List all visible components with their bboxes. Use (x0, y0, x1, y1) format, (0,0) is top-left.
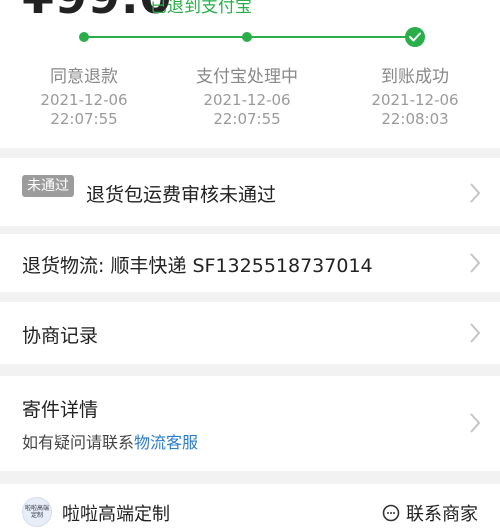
freight-review-row[interactable]: 未通过 退货包运费审核未通过 (0, 158, 500, 226)
contact-seller-label: 联系商家 (406, 504, 478, 525)
shipping-details-label: 寄件详情 (22, 399, 99, 421)
step-2-time: 22:07:55 (213, 110, 281, 128)
progress-line-1 (84, 36, 247, 38)
refund-status-text: 已退到支付宝 (150, 0, 252, 17)
chevron-right-icon (470, 413, 481, 433)
contact-seller-button[interactable]: 联系商家 (382, 500, 478, 526)
refund-progress-panel: ¥99.0 已退到支付宝 同意退款 2021-12-06 22:07:55 支付… (0, 0, 500, 148)
step-complete-check-icon (405, 27, 425, 47)
shop-logo-text: 啦啦高端定制 (24, 505, 49, 519)
return-logistics-row[interactable]: 退货物流: 顺丰快递 SF1325518737014 (0, 234, 500, 292)
shop-name[interactable]: 啦啦高端定制 (62, 500, 170, 526)
chevron-right-icon (470, 323, 481, 343)
step-3-title: 到账成功 (381, 67, 449, 87)
chat-bubble-icon (382, 504, 400, 522)
step-1-time: 22:07:55 (50, 110, 118, 128)
step-3-date: 2021-12-06 (371, 91, 459, 109)
freight-review-label: 退货包运费审核未通过 (86, 184, 277, 206)
negotiation-history-label: 协商记录 (22, 325, 99, 347)
step-1-title: 同意退款 (50, 67, 118, 87)
shipping-help-hint: 如有疑问请联系物流客服 (22, 429, 198, 453)
step-dot-2 (242, 32, 252, 42)
shipping-details-row[interactable]: 寄件详情 如有疑问请联系物流客服 (0, 376, 500, 471)
step-3-time: 22:08:03 (381, 110, 449, 128)
shipping-help-prefix: 如有疑问请联系 (22, 433, 135, 452)
logistics-service-link[interactable]: 物流客服 (134, 433, 198, 452)
step-dot-1 (79, 32, 89, 42)
return-logistics-label: 退货物流: 顺丰快递 SF1325518737014 (22, 255, 373, 277)
progress-line-2 (247, 36, 415, 38)
step-2-title: 支付宝处理中 (196, 67, 298, 87)
negotiation-history-row[interactable]: 协商记录 (0, 302, 500, 364)
step-1-date: 2021-12-06 (40, 91, 128, 109)
chevron-right-icon (470, 183, 481, 203)
shop-logo[interactable]: 啦啦高端定制 (22, 497, 52, 527)
status-badge: 未通过 (22, 175, 74, 197)
chevron-right-icon (470, 253, 481, 273)
step-2-date: 2021-12-06 (203, 91, 291, 109)
